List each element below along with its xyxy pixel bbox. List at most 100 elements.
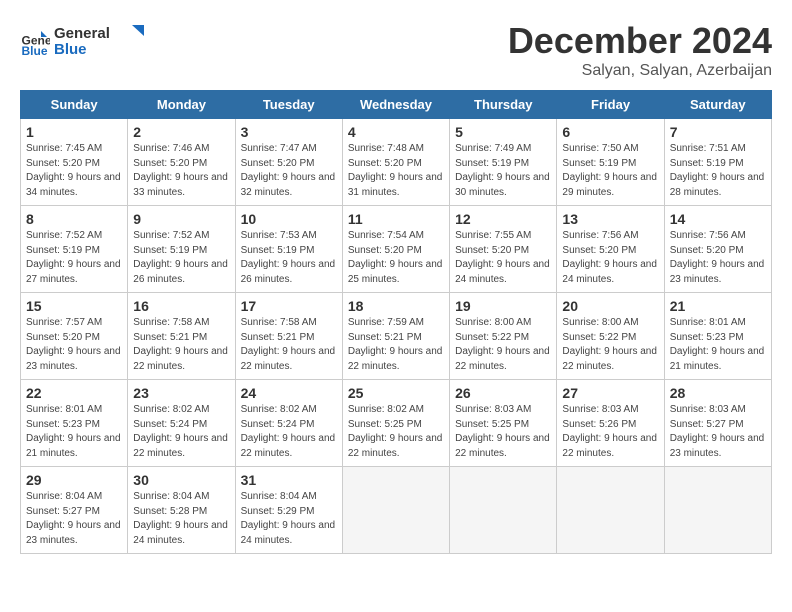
calendar-day-cell: 22Sunrise: 8:01 AM Sunset: 5:23 PM Dayli… <box>21 380 128 467</box>
day-info: Sunrise: 7:53 AM Sunset: 5:19 PM Dayligh… <box>241 229 337 287</box>
day-info: Sunrise: 7:52 AM Sunset: 5:19 PM Dayligh… <box>26 229 122 287</box>
day-number: 28 <box>670 385 766 401</box>
day-info: Sunrise: 8:02 AM Sunset: 5:24 PM Dayligh… <box>133 403 229 461</box>
day-info: Sunrise: 7:50 AM Sunset: 5:19 PM Dayligh… <box>562 142 658 200</box>
calendar-day-cell: 31 Sunrise: 8:04 AM Sunset: 5:29 PM Dayli… <box>235 467 342 554</box>
svg-text:Blue: Blue <box>54 41 87 58</box>
day-number: 25 <box>348 385 444 401</box>
calendar-day-cell: 19 Sunrise: 8:00 AM Sunset: 5:22 PM Dayli… <box>450 293 557 380</box>
logo-wordmark: General Blue <box>54 20 144 65</box>
calendar-header-row: SundayMondayTuesdayWednesdayThursdayFrid… <box>21 91 772 119</box>
calendar-day-cell: 15 Sunrise: 7:57 AM Sunset: 5:20 PM Dayli… <box>21 293 128 380</box>
calendar-day-cell: 27Sunrise: 8:03 AM Sunset: 5:26 PM Dayli… <box>557 380 664 467</box>
day-info: Sunrise: 7:49 AM Sunset: 5:19 PM Dayligh… <box>455 142 551 200</box>
day-of-week-header: Tuesday <box>235 91 342 119</box>
day-number: 30 <box>133 472 229 488</box>
day-info: Sunrise: 8:03 AM Sunset: 5:25 PM Dayligh… <box>455 403 551 461</box>
day-number: 26 <box>455 385 551 401</box>
calendar-table: SundayMondayTuesdayWednesdayThursdayFrid… <box>20 90 772 554</box>
day-number: 16 <box>133 298 229 314</box>
calendar-day-cell: 9 Sunrise: 7:52 AM Sunset: 5:19 PM Daylig… <box>128 206 235 293</box>
svg-text:General: General <box>54 25 110 42</box>
day-number: 23 <box>133 385 229 401</box>
calendar-day-cell: 28Sunrise: 8:03 AM Sunset: 5:27 PM Dayli… <box>664 380 771 467</box>
calendar-day-cell <box>557 467 664 554</box>
day-info: Sunrise: 7:56 AM Sunset: 5:20 PM Dayligh… <box>562 229 658 287</box>
day-info: Sunrise: 7:59 AM Sunset: 5:21 PM Dayligh… <box>348 316 444 374</box>
day-number: 20 <box>562 298 658 314</box>
day-number: 1 <box>26 124 122 140</box>
day-info: Sunrise: 8:04 AM Sunset: 5:28 PM Dayligh… <box>133 490 229 548</box>
calendar-week-row: 8 Sunrise: 7:52 AM Sunset: 5:19 PM Daylig… <box>21 206 772 293</box>
calendar-body: 1 Sunrise: 7:45 AM Sunset: 5:20 PM Daylig… <box>21 119 772 554</box>
day-number: 19 <box>455 298 551 314</box>
calendar-day-cell: 14 Sunrise: 7:56 AM Sunset: 5:20 PM Dayli… <box>664 206 771 293</box>
day-info: Sunrise: 7:55 AM Sunset: 5:20 PM Dayligh… <box>455 229 551 287</box>
day-number: 15 <box>26 298 122 314</box>
calendar-day-cell: 25 Sunrise: 8:02 AM Sunset: 5:25 PM Dayli… <box>342 380 449 467</box>
day-info: Sunrise: 7:45 AM Sunset: 5:20 PM Dayligh… <box>26 142 122 200</box>
day-info: Sunrise: 7:46 AM Sunset: 5:20 PM Dayligh… <box>133 142 229 200</box>
calendar-day-cell: 8 Sunrise: 7:52 AM Sunset: 5:19 PM Daylig… <box>21 206 128 293</box>
day-info: Sunrise: 7:52 AM Sunset: 5:19 PM Dayligh… <box>133 229 229 287</box>
day-number: 6 <box>562 124 658 140</box>
day-number: 21 <box>670 298 766 314</box>
calendar-day-cell: 24Sunrise: 8:02 AM Sunset: 5:24 PM Dayli… <box>235 380 342 467</box>
day-number: 22 <box>26 385 122 401</box>
day-number: 14 <box>670 211 766 227</box>
logo-icon: General Blue <box>20 28 50 58</box>
day-number: 3 <box>241 124 337 140</box>
calendar-day-cell: 26 Sunrise: 8:03 AM Sunset: 5:25 PM Dayli… <box>450 380 557 467</box>
calendar-day-cell: 7 Sunrise: 7:51 AM Sunset: 5:19 PM Daylig… <box>664 119 771 206</box>
calendar-day-cell: 12Sunrise: 7:55 AM Sunset: 5:20 PM Dayli… <box>450 206 557 293</box>
calendar-day-cell: 11Sunrise: 7:54 AM Sunset: 5:20 PM Dayli… <box>342 206 449 293</box>
day-info: Sunrise: 8:00 AM Sunset: 5:22 PM Dayligh… <box>455 316 551 374</box>
day-info: Sunrise: 8:03 AM Sunset: 5:26 PM Dayligh… <box>562 403 658 461</box>
calendar-day-cell <box>450 467 557 554</box>
day-info: Sunrise: 8:04 AM Sunset: 5:27 PM Dayligh… <box>26 490 122 548</box>
calendar-week-row: 29 Sunrise: 8:04 AM Sunset: 5:27 PM Dayli… <box>21 467 772 554</box>
day-number: 11 <box>348 211 444 227</box>
day-info: Sunrise: 8:01 AM Sunset: 5:23 PM Dayligh… <box>670 316 766 374</box>
day-number: 8 <box>26 211 122 227</box>
day-info: Sunrise: 7:48 AM Sunset: 5:20 PM Dayligh… <box>348 142 444 200</box>
day-info: Sunrise: 7:57 AM Sunset: 5:20 PM Dayligh… <box>26 316 122 374</box>
day-info: Sunrise: 7:47 AM Sunset: 5:20 PM Dayligh… <box>241 142 337 200</box>
day-number: 4 <box>348 124 444 140</box>
day-of-week-header: Saturday <box>664 91 771 119</box>
day-info: Sunrise: 8:02 AM Sunset: 5:24 PM Dayligh… <box>241 403 337 461</box>
svg-text:Blue: Blue <box>22 44 48 58</box>
day-number: 9 <box>133 211 229 227</box>
calendar-day-cell: 21 Sunrise: 8:01 AM Sunset: 5:23 PM Dayli… <box>664 293 771 380</box>
calendar-day-cell: 20Sunrise: 8:00 AM Sunset: 5:22 PM Dayli… <box>557 293 664 380</box>
day-info: Sunrise: 7:56 AM Sunset: 5:20 PM Dayligh… <box>670 229 766 287</box>
calendar-day-cell: 30 Sunrise: 8:04 AM Sunset: 5:28 PM Dayli… <box>128 467 235 554</box>
day-number: 29 <box>26 472 122 488</box>
day-of-week-header: Monday <box>128 91 235 119</box>
day-of-week-header: Wednesday <box>342 91 449 119</box>
calendar-day-cell: 5Sunrise: 7:49 AM Sunset: 5:19 PM Daylig… <box>450 119 557 206</box>
day-info: Sunrise: 8:02 AM Sunset: 5:25 PM Dayligh… <box>348 403 444 461</box>
location-title: Salyan, Salyan, Azerbaijan <box>508 62 772 80</box>
day-info: Sunrise: 7:51 AM Sunset: 5:19 PM Dayligh… <box>670 142 766 200</box>
day-info: Sunrise: 7:58 AM Sunset: 5:21 PM Dayligh… <box>241 316 337 374</box>
day-of-week-header: Thursday <box>450 91 557 119</box>
day-of-week-header: Sunday <box>21 91 128 119</box>
calendar-day-cell: 29 Sunrise: 8:04 AM Sunset: 5:27 PM Dayli… <box>21 467 128 554</box>
calendar-day-cell: 2 Sunrise: 7:46 AM Sunset: 5:20 PM Daylig… <box>128 119 235 206</box>
calendar-day-cell: 17Sunrise: 7:58 AM Sunset: 5:21 PM Dayli… <box>235 293 342 380</box>
calendar-day-cell: 6 Sunrise: 7:50 AM Sunset: 5:19 PM Daylig… <box>557 119 664 206</box>
calendar-week-row: 1 Sunrise: 7:45 AM Sunset: 5:20 PM Daylig… <box>21 119 772 206</box>
logo: General Blue General Blue <box>20 20 144 65</box>
calendar-week-row: 15 Sunrise: 7:57 AM Sunset: 5:20 PM Dayli… <box>21 293 772 380</box>
calendar-day-cell: 13Sunrise: 7:56 AM Sunset: 5:20 PM Dayli… <box>557 206 664 293</box>
day-info: Sunrise: 8:04 AM Sunset: 5:29 PM Dayligh… <box>241 490 337 548</box>
title-area: December 2024 Salyan, Salyan, Azerbaijan <box>508 20 772 80</box>
day-number: 31 <box>241 472 337 488</box>
day-info: Sunrise: 7:58 AM Sunset: 5:21 PM Dayligh… <box>133 316 229 374</box>
day-number: 2 <box>133 124 229 140</box>
calendar-day-cell: 3 Sunrise: 7:47 AM Sunset: 5:20 PM Daylig… <box>235 119 342 206</box>
calendar-day-cell: 1 Sunrise: 7:45 AM Sunset: 5:20 PM Daylig… <box>21 119 128 206</box>
calendar-day-cell <box>342 467 449 554</box>
day-number: 7 <box>670 124 766 140</box>
